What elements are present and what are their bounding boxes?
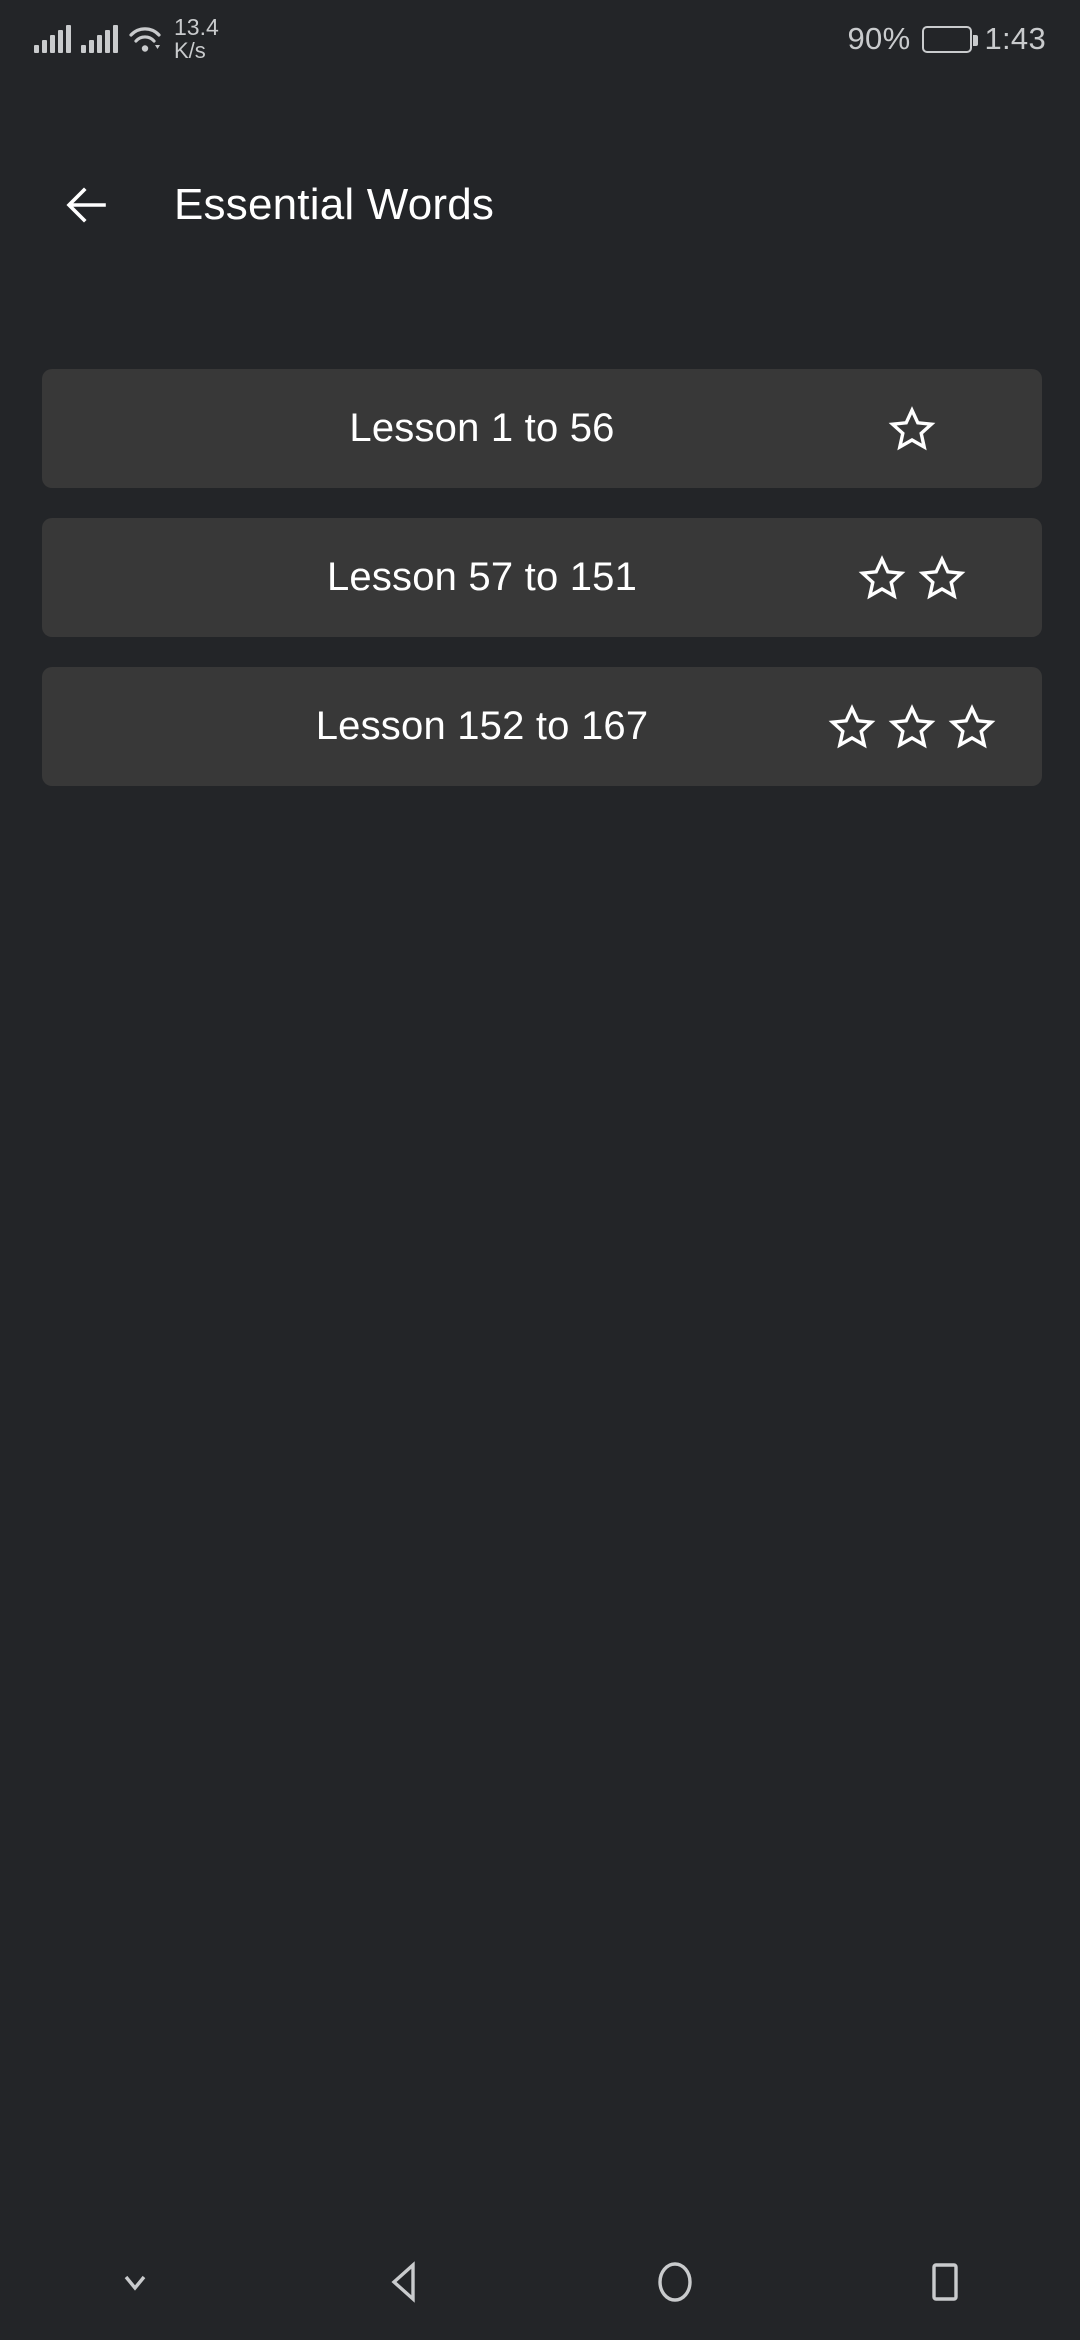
app-bar: Essential Words — [0, 160, 1080, 250]
android-back-button[interactable] — [270, 2224, 540, 2340]
back-button[interactable] — [56, 175, 116, 235]
lesson-list: Lesson 1 to 56 Lesson 57 to 151 Lesson 1… — [42, 369, 1042, 786]
status-bar-right: 90% 1:43 — [848, 21, 1047, 57]
star-icon[interactable] — [828, 703, 876, 751]
wifi-icon — [128, 24, 162, 54]
star-rating[interactable] — [782, 518, 1042, 637]
star-icon[interactable] — [888, 405, 936, 453]
home-circle-icon — [649, 2256, 701, 2308]
star-rating[interactable] — [782, 667, 1042, 786]
clock: 1:43 — [984, 21, 1046, 56]
page-title: Essential Words — [174, 180, 495, 229]
battery-percent: 90% — [847, 21, 911, 56]
lesson-card[interactable]: Lesson 57 to 151 — [42, 518, 1042, 637]
back-triangle-icon — [379, 2256, 431, 2308]
star-icon[interactable] — [918, 554, 966, 602]
status-bar: 13.4 K/s 90% 1:43 — [0, 0, 1080, 78]
network-speed-value: 13.4 — [174, 14, 219, 41]
android-home-button[interactable] — [540, 2224, 810, 2340]
android-recents-button[interactable] — [810, 2224, 1080, 2340]
network-speed: 13.4 K/s — [174, 14, 219, 63]
lesson-card[interactable]: Lesson 1 to 56 — [42, 369, 1042, 488]
star-icon[interactable] — [948, 703, 996, 751]
android-navigation-bar — [0, 2224, 1080, 2340]
star-icon[interactable] — [888, 703, 936, 751]
recents-square-icon — [919, 2256, 971, 2308]
lesson-card[interactable]: Lesson 152 to 167 — [42, 667, 1042, 786]
hide-navbar-button[interactable] — [0, 2224, 270, 2340]
star-rating[interactable] — [782, 369, 1042, 488]
star-icon[interactable] — [858, 554, 906, 602]
signal-bars-sim2-icon — [81, 24, 118, 53]
battery-icon — [922, 25, 979, 53]
status-bar-left: 13.4 K/s — [34, 14, 219, 63]
chevron-down-icon — [114, 2261, 156, 2303]
signal-bars-sim1-icon — [34, 24, 71, 53]
back-arrow-icon — [62, 181, 110, 229]
network-speed-unit: K/s — [174, 37, 206, 63]
